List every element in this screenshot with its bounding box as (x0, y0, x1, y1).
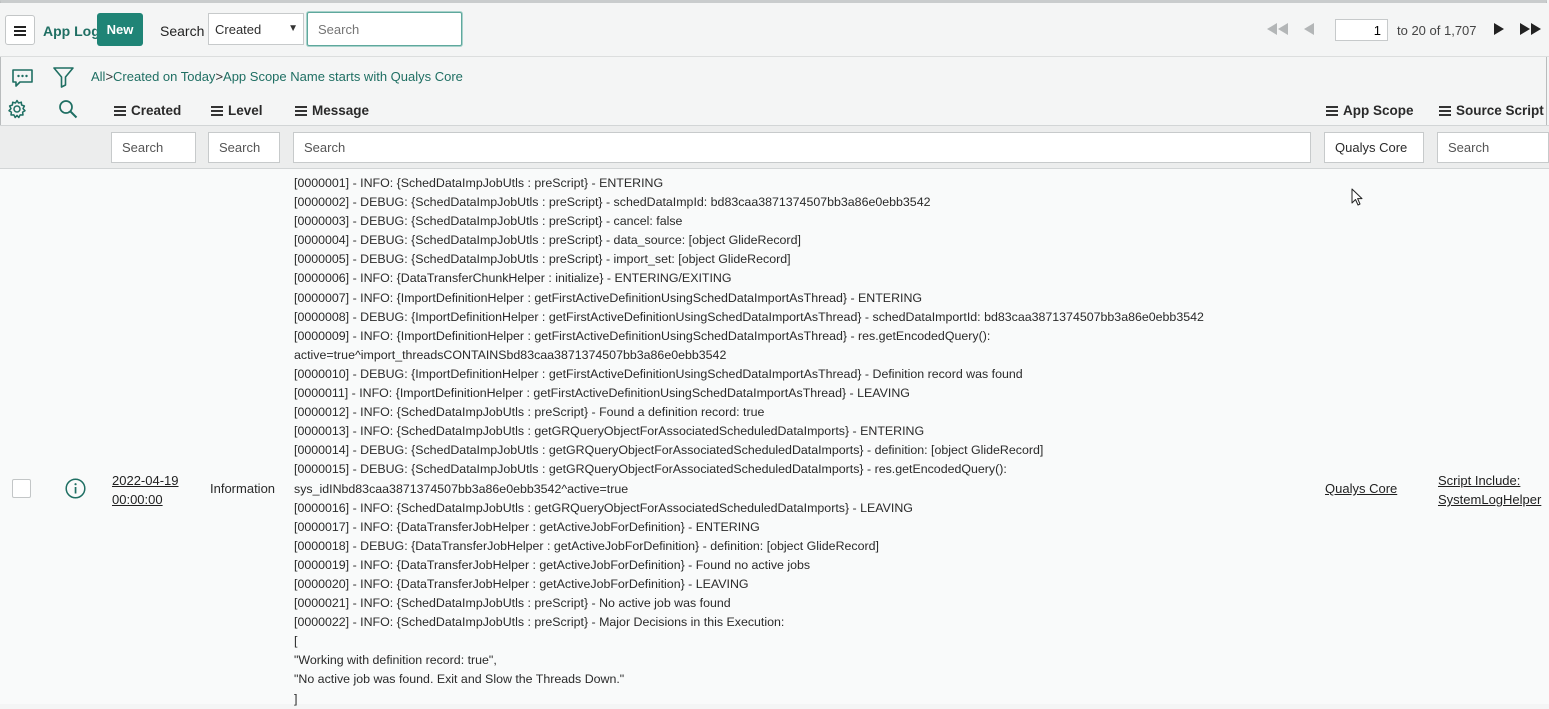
previous-page-icon[interactable] (1303, 23, 1315, 35)
column-menu-icon[interactable] (1326, 106, 1338, 116)
message-line: "No active job was found. Exit and Slow … (294, 672, 625, 687)
app-scope-link[interactable]: Qualys Core (1325, 481, 1397, 496)
message-cell: [0000001] - INFO: {SchedDataImpJobUtls :… (294, 174, 1304, 709)
list-title[interactable]: App Log (43, 23, 100, 39)
message-line: [0000011] - INFO: {ImportDefinitionHelpe… (294, 386, 910, 401)
column-header-level[interactable]: Level (211, 103, 263, 118)
chat-icon[interactable] (11, 68, 34, 88)
message-line: [ (294, 634, 298, 649)
message-line: active=true^import_threadsCONTAINSbd83ca… (294, 347, 727, 362)
chevron-down-icon: ▼ (288, 23, 298, 34)
message-line: [0000001] - INFO: {SchedDataImpJobUtls :… (294, 176, 664, 190)
message-line: "Working with definition record: true", (294, 653, 497, 668)
breadcrumb-separator: > (105, 69, 114, 84)
message-line: [0000022] - INFO: {SchedDataImpJobUtls :… (294, 615, 785, 630)
column-header-app-scope[interactable]: App Scope (1326, 103, 1414, 118)
message-line: [0000021] - INFO: {SchedDataImpJobUtls :… (294, 596, 731, 611)
mouse-cursor-icon (1351, 188, 1363, 206)
app-scope-search-input[interactable]: Qualys Core (1324, 132, 1424, 163)
info-icon[interactable] (65, 478, 86, 499)
message-line: [0000009] - INFO: {ImportDefinitionHelpe… (294, 328, 991, 343)
column-header-message[interactable]: Message (295, 103, 369, 118)
column-menu-icon[interactable] (1439, 106, 1451, 116)
gear-icon[interactable] (7, 99, 27, 119)
message-line: [0000010] - DEBUG: {ImportDefinitionHelp… (294, 366, 1023, 381)
message-line: [0000018] - DEBUG: {DataTransferJobHelpe… (294, 538, 879, 553)
breadcrumb-app-scope[interactable]: App Scope Name starts with Qualys Core (223, 69, 463, 84)
column-menu-icon[interactable] (114, 106, 126, 116)
column-header-created[interactable]: Created (114, 103, 181, 118)
message-line: [0000017] - INFO: {DataTransferJobHelper… (294, 519, 760, 534)
source-script-search-input[interactable]: Search (1437, 132, 1549, 163)
message-line: [0000015] - DEBUG: {SchedDataImpJobUtls … (294, 462, 1007, 477)
level-search-input[interactable]: Search (208, 132, 280, 163)
breadcrumb-all[interactable]: All (91, 69, 105, 84)
column-menu-icon[interactable] (295, 106, 307, 116)
message-line: [0000020] - INFO: {DataTransferJobHelper… (294, 576, 749, 591)
level-value: Information (210, 481, 276, 496)
first-page-icon[interactable] (1265, 23, 1289, 35)
breadcrumb-separator: > (215, 69, 224, 84)
created-time: 00:00:00 (112, 492, 163, 507)
search-field-value: Created (215, 22, 262, 37)
created-link[interactable]: 2022-04-19 00:00:00 (112, 471, 179, 509)
funnel-icon[interactable] (53, 66, 74, 88)
last-page-icon[interactable] (1519, 23, 1543, 35)
source-script-name: SystemLogHelper (1438, 492, 1542, 507)
row-checkbox[interactable] (12, 479, 31, 498)
message-line: [0000019] - INFO: {DataTransferJobHelper… (294, 557, 811, 572)
message-line: [0000008] - DEBUG: {ImportDefinitionHelp… (294, 309, 1204, 324)
message-line: [0000016] - INFO: {SchedDataImpJobUtls :… (294, 500, 913, 515)
message-line: [0000005] - DEBUG: {SchedDataImpJobUtls … (294, 252, 791, 267)
message-search-input[interactable]: Search (293, 132, 1311, 163)
source-script-link[interactable]: Script Include: SystemLogHelper (1438, 471, 1541, 509)
message-line: [0000012] - INFO: {SchedDataImpJobUtls :… (294, 405, 765, 420)
magnifier-icon[interactable] (58, 99, 78, 119)
message-line: [0000013] - INFO: {SchedDataImpJobUtls :… (294, 424, 925, 439)
search-label: Search (160, 23, 205, 39)
list-menu-button[interactable] (5, 15, 35, 45)
next-page-icon[interactable] (1493, 23, 1505, 35)
pager-range: to 20 of 1,707 (1397, 23, 1477, 38)
hamburger-icon (14, 26, 26, 28)
source-script-type: Script Include: (1438, 473, 1521, 488)
message-line: ] (294, 691, 298, 706)
search-field-select[interactable]: Created ▼ (208, 13, 304, 45)
breadcrumb: All>Created on Today>App Scope Name star… (91, 69, 463, 84)
message-line: [0000006] - INFO: {DataTransferChunkHelp… (294, 271, 732, 286)
message-line: [0000004] - DEBUG: {SchedDataImpJobUtls … (294, 233, 801, 248)
message-line: [0000007] - INFO: {ImportDefinitionHelpe… (294, 290, 923, 305)
list-header-bar: App Log New Search Created ▼ to 20 of 1,… (0, 3, 1549, 57)
message-line: sys_idINbd83caa3871374507bb3a86e0ebb3542… (294, 481, 629, 496)
message-line: [0000003] - DEBUG: {SchedDataImpJobUtls … (294, 214, 683, 229)
message-line: [0000002] - DEBUG: {SchedDataImpJobUtls … (294, 195, 931, 210)
column-menu-icon[interactable] (211, 106, 223, 116)
breadcrumb-created-today[interactable]: Created on Today (113, 69, 215, 84)
page-number-input[interactable] (1335, 19, 1388, 41)
list-search-input[interactable] (307, 12, 462, 46)
created-date: 2022-04-19 (112, 473, 179, 488)
new-button[interactable]: New (97, 13, 143, 46)
message-line: [0000014] - DEBUG: {SchedDataImpJobUtls … (294, 443, 1044, 458)
column-header-source-script[interactable]: Source Script (1439, 103, 1544, 118)
created-search-input[interactable]: Search (111, 132, 196, 163)
